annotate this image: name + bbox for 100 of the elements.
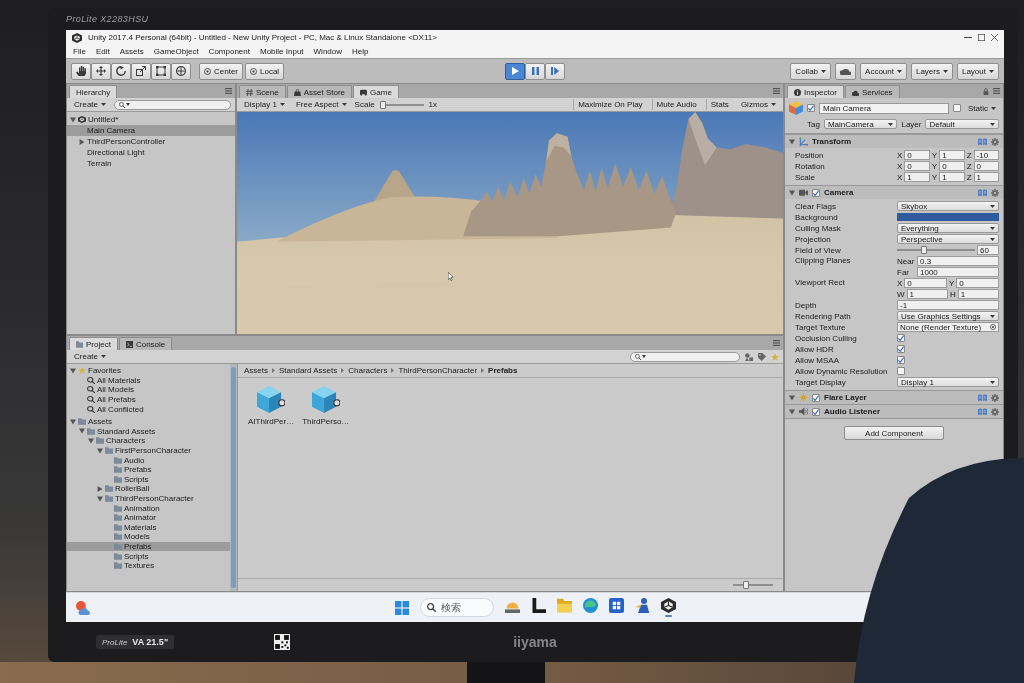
folder-tree-item[interactable]: Assets: [67, 416, 230, 427]
folder-tree-item[interactable]: Prefabs: [67, 541, 230, 552]
scrollbar-thumb[interactable]: [231, 367, 236, 588]
gear-icon[interactable]: [991, 137, 999, 146]
hierarchy-item[interactable]: Directional Light: [67, 147, 235, 158]
fold-arrow-icon[interactable]: [88, 437, 94, 444]
collab-button[interactable]: Collab: [790, 62, 832, 80]
fold-arrow-icon[interactable]: [70, 116, 76, 123]
gear-icon[interactable]: [991, 407, 999, 416]
book-icon[interactable]: [978, 408, 987, 415]
folder-tree-item[interactable]: Scripts: [67, 551, 230, 561]
panel-tab[interactable]: Console: [118, 337, 173, 350]
folder-tree-item[interactable]: Favorites: [67, 366, 230, 376]
slider-thumb[interactable]: [920, 246, 927, 254]
hierarchy-item[interactable]: ThirdPersonController: [67, 136, 235, 147]
folder-tree-item[interactable]: All Prefabs: [67, 394, 230, 405]
fold-arrow-icon[interactable]: [97, 485, 103, 492]
number-field[interactable]: 60: [977, 245, 999, 255]
number-field[interactable]: 1: [973, 172, 999, 182]
tool-button[interactable]: [91, 62, 111, 80]
book-icon[interactable]: [978, 394, 987, 401]
menu-icon[interactable]: [225, 88, 232, 94]
component-header[interactable]: Audio Listener: [785, 404, 1003, 418]
name-field[interactable]: Main Camera: [819, 102, 949, 114]
number-field[interactable]: -1: [897, 300, 999, 310]
panel-tab[interactable]: Scene: [239, 85, 286, 98]
number-field[interactable]: 1000: [917, 267, 999, 277]
folder-tree-item[interactable]: Characters: [67, 436, 230, 446]
dropdown[interactable]: Skybox: [897, 201, 999, 211]
menu-icon[interactable]: [773, 340, 780, 346]
asset-item[interactable]: AIThirdPer…: [248, 386, 295, 426]
number-field[interactable]: 1: [939, 150, 965, 160]
star-icon[interactable]: [771, 352, 779, 361]
breadcrumb-item[interactable]: Standard Assets: [279, 366, 338, 375]
folder-tree-item[interactable]: All Materials: [67, 375, 230, 386]
menu-icon[interactable]: [993, 88, 1000, 94]
menu-item[interactable]: File: [69, 47, 90, 56]
menu-item[interactable]: Assets: [115, 47, 148, 56]
panel-tab[interactable]: Inspector: [787, 85, 844, 98]
tool-button[interactable]: [131, 62, 151, 80]
checkbox[interactable]: [812, 188, 820, 197]
tool-button[interactable]: [111, 62, 131, 80]
folder-tree-item[interactable]: Audio: [67, 455, 230, 465]
menu-item[interactable]: Edit: [91, 47, 114, 56]
toggle-button[interactable]: Stats: [705, 99, 733, 110]
folder-tree-item[interactable]: Animator: [67, 512, 230, 523]
gear-icon[interactable]: [991, 393, 999, 402]
panel-tab[interactable]: Hierarchy: [69, 85, 118, 98]
layers-button[interactable]: Layers: [910, 62, 953, 80]
number-field[interactable]: 1: [906, 289, 948, 299]
checkbox[interactable]: [897, 345, 905, 353]
folder-tree-item[interactable]: Models: [67, 532, 230, 542]
book-icon[interactable]: [978, 138, 987, 145]
space-button[interactable]: Local: [245, 62, 285, 80]
dropdown[interactable]: Everything: [897, 223, 999, 233]
panel-tab[interactable]: Game: [353, 85, 399, 98]
number-field[interactable]: 1: [939, 172, 965, 182]
number-field[interactable]: 0: [904, 150, 930, 160]
breadcrumb-item[interactable]: Prefabs: [488, 366, 518, 375]
swirl-circle-icon[interactable]: [582, 598, 598, 613]
toggle-button[interactable]: Mute Audio: [651, 99, 701, 110]
asset-item[interactable]: ThirdPerso…: [302, 386, 350, 426]
slider-track[interactable]: [897, 246, 975, 254]
tag-icon[interactable]: [758, 352, 766, 361]
hierarchy-item[interactable]: Terrain: [67, 158, 235, 169]
number-field[interactable]: 0: [956, 278, 999, 288]
fold-arrow-icon[interactable]: [70, 418, 76, 425]
hierarchy-item[interactable]: Untitled*: [67, 114, 235, 125]
component-header[interactable]: Transform: [785, 134, 1003, 148]
create-dropdown[interactable]: Create: [71, 351, 109, 362]
four-squares-icon[interactable]: [394, 600, 409, 615]
lock-icon[interactable]: [983, 87, 989, 95]
panel-tab[interactable]: Services: [844, 85, 900, 98]
layer-dropdown[interactable]: Default: [925, 119, 999, 129]
breadcrumb-item[interactable]: Assets: [244, 366, 268, 375]
menu-item[interactable]: Mobile Input: [255, 47, 308, 56]
folder-tree-item[interactable]: All Models: [67, 385, 230, 395]
maximize-icon[interactable]: [978, 34, 985, 41]
scrollbar-track[interactable]: [230, 364, 237, 591]
number-field[interactable]: 0: [973, 161, 999, 171]
toggle-button[interactable]: Maximize On Play: [573, 99, 647, 110]
slider-thumb[interactable]: [743, 581, 750, 589]
close-icon[interactable]: [991, 34, 998, 41]
number-field[interactable]: 0.3: [917, 256, 999, 266]
gear-icon[interactable]: [991, 188, 999, 197]
number-field[interactable]: -10: [973, 150, 999, 160]
account-button[interactable]: Account: [860, 62, 907, 80]
component-header[interactable]: Flare Layer: [785, 390, 1003, 404]
menu-icon[interactable]: [773, 88, 780, 94]
number-field[interactable]: 0: [939, 161, 965, 171]
fold-arrow-icon[interactable]: [70, 367, 76, 374]
search-field[interactable]: 検索: [419, 598, 494, 617]
number-field[interactable]: 0: [904, 161, 930, 171]
checkbox[interactable]: [897, 356, 905, 364]
number-field[interactable]: 1: [957, 289, 999, 299]
folder-tree-item[interactable]: Animation: [67, 503, 230, 513]
cube-logo-icon[interactable]: [660, 598, 676, 613]
book-icon[interactable]: [978, 189, 987, 196]
folder-tree-item[interactable]: Prefabs: [67, 464, 230, 475]
display-dropdown[interactable]: Display 1: [241, 99, 288, 110]
